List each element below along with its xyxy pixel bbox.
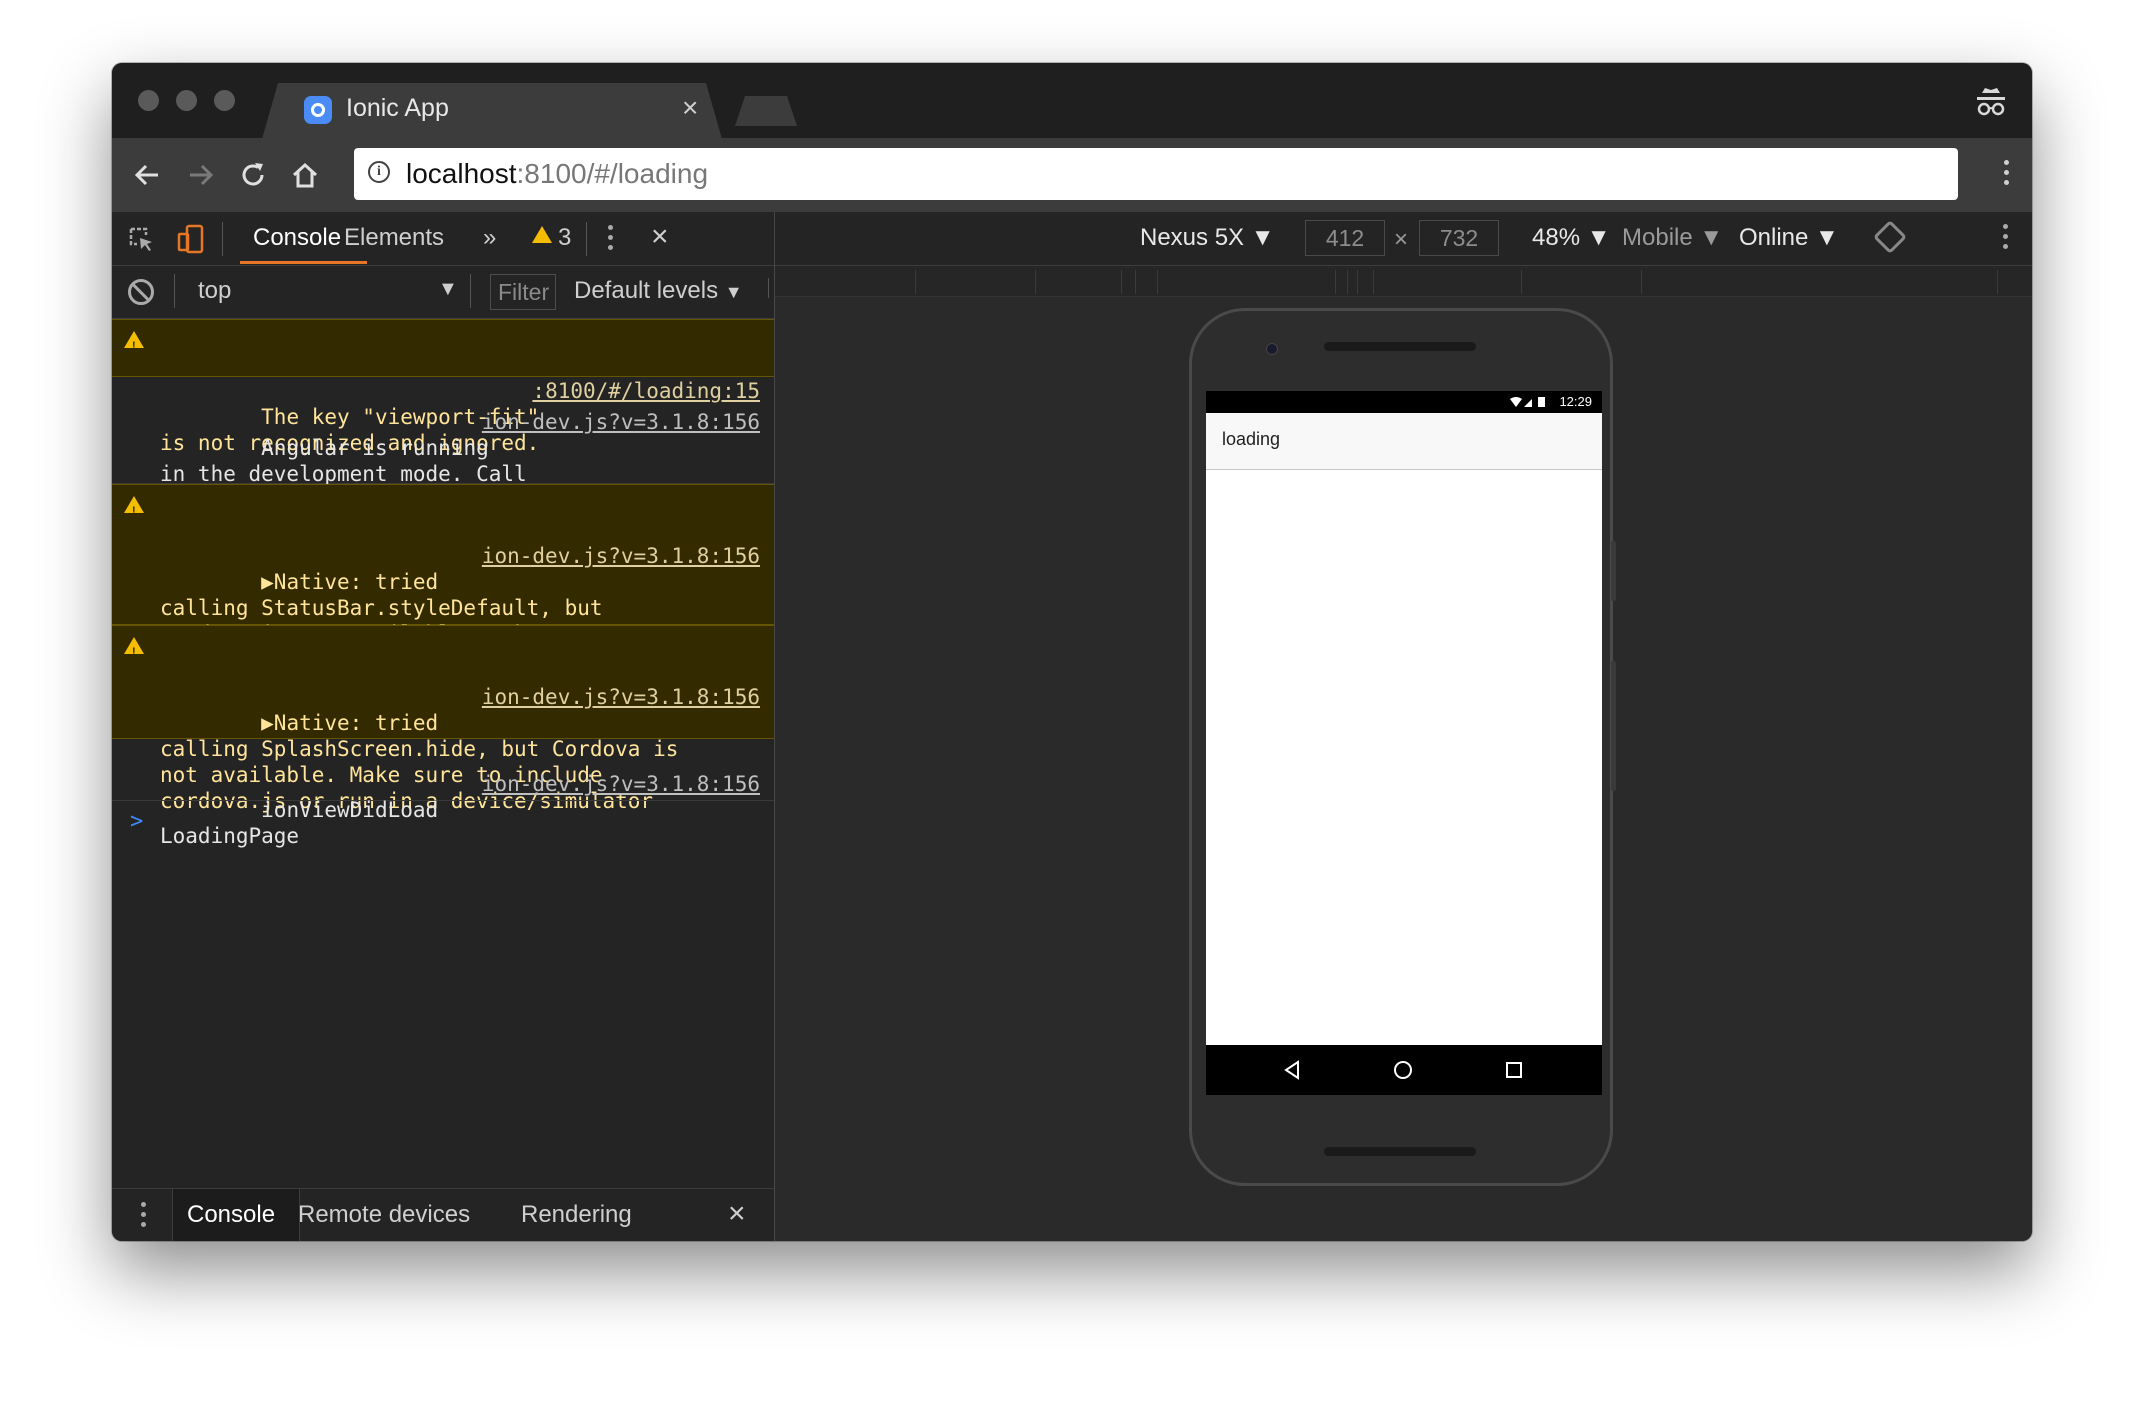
active-tab-indicator [240, 261, 367, 264]
browser-tab-active[interactable]: Ionic App × [262, 83, 722, 139]
console-prompt-icon: > [130, 809, 144, 834]
android-nav-bar [1206, 1045, 1602, 1095]
network-throttle-select[interactable]: Online ▼ [1739, 224, 1839, 252]
devtools-drawer: Console Remote devices Rendering × [112, 1188, 774, 1241]
console-messages: :8100/#/loading:15 The key "viewport-fit… [112, 319, 774, 848]
home-button[interactable] [288, 158, 322, 192]
dimension-separator: × [1394, 226, 1409, 253]
phone-speaker-top [1324, 342, 1476, 351]
height-input[interactable]: 732 [1419, 220, 1499, 256]
context-select-arrow-icon[interactable]: ▼ [438, 278, 458, 301]
nav-recents-icon[interactable] [1504, 1060, 1524, 1080]
warning-icon [124, 637, 144, 665]
new-tab-button[interactable] [735, 96, 797, 126]
device-select[interactable]: Nexus 5X ▼ [1140, 224, 1274, 252]
browser-window: Ionic App × i localhost:8100/#/loading C… [112, 63, 2032, 1241]
page-title: loading [1222, 429, 1281, 449]
android-status-bar: 12:29 [1206, 391, 1602, 413]
tab-console[interactable]: Console [253, 224, 341, 252]
status-time: 12:29 [1559, 394, 1592, 409]
phone-camera [1266, 343, 1278, 355]
console-message-info: ion-dev.js?v=3.1.8:156 ionViewDidLoad Lo… [112, 739, 774, 848]
console-message-warning: :8100/#/loading:15 The key "viewport-fit… [112, 319, 774, 455]
warning-count-icon[interactable] [532, 226, 552, 243]
minimize-window-button[interactable] [176, 90, 197, 111]
more-tabs-button[interactable]: » [483, 224, 496, 252]
width-input[interactable]: 412 [1305, 220, 1385, 256]
phone-power-button [1611, 541, 1616, 601]
warning-count[interactable]: 3 [558, 224, 571, 252]
devtools-menu-icon[interactable] [608, 225, 614, 255]
site-info-icon[interactable]: i [368, 161, 390, 183]
drawer-menu-icon[interactable] [141, 1202, 147, 1232]
toolbar-divider [174, 274, 175, 308]
drawer-tab-remote-devices[interactable]: Remote devices [298, 1201, 470, 1229]
back-button[interactable] [130, 158, 164, 192]
forward-arrow-icon [190, 164, 214, 186]
console-message-info: ion-dev.js?v=3.1.8:156 Angular is runnin… [112, 377, 774, 538]
zoom-select[interactable]: 48% ▼ [1532, 224, 1610, 252]
tab-title: Ionic App [346, 94, 449, 122]
toolbar-divider [222, 222, 223, 256]
inspect-element-icon[interactable] [128, 226, 156, 254]
console-message-warning: ion-dev.js?v=3.1.8:156 ▶Native: tried ca… [112, 484, 774, 698]
toolbar-divider [586, 222, 587, 256]
warning-icon [124, 496, 144, 524]
home-icon [292, 162, 318, 188]
phone-volume-button [1611, 661, 1616, 791]
devtools-close-button[interactable]: × [651, 220, 669, 254]
incognito-icon [1977, 88, 2005, 116]
status-icons [1510, 397, 1545, 407]
device-toolbar: Nexus 5X ▼ 412 × 732 48% ▼ Mobile ▼ Onli… [775, 212, 2032, 266]
drawer-close-button[interactable]: × [728, 1197, 746, 1231]
drawer-tab-console[interactable]: Console [187, 1201, 275, 1229]
close-window-button[interactable] [138, 90, 159, 111]
maximize-window-button[interactable] [214, 90, 235, 111]
media-query-ruler[interactable] [775, 266, 2032, 297]
toolbar-divider [470, 274, 471, 308]
warning-icon [124, 331, 144, 359]
back-arrow-icon [134, 164, 158, 186]
device-toolbar-menu-icon[interactable] [2003, 224, 2009, 254]
console-prompt-row[interactable]: > [112, 801, 774, 845]
tab-elements[interactable]: Elements [344, 224, 444, 252]
browser-menu-icon[interactable] [2004, 160, 2010, 190]
levels-arrow-icon: ▼ [724, 282, 743, 302]
clear-console-icon[interactable] [128, 279, 154, 305]
console-filter-input[interactable]: Filter [490, 274, 556, 310]
drawer-tab-rendering[interactable]: Rendering [521, 1201, 632, 1229]
ionic-favicon-icon [304, 96, 332, 124]
context-select[interactable]: top [198, 277, 231, 305]
reload-icon [242, 163, 264, 186]
phone-screen: 12:29 loading [1206, 391, 1602, 1095]
message-source-link[interactable]: ion-dev.js?v=3.1.8:156 [482, 543, 760, 569]
forward-button[interactable] [184, 158, 218, 192]
devtools-tab-bar: Console Elements » 3 × [112, 212, 774, 266]
devtools-panel: Console Elements » 3 × top ▼ Filter Defa… [112, 212, 775, 1241]
console-message-warning: ion-dev.js?v=3.1.8:156 ▶Native: tried ca… [112, 625, 774, 813]
tab-close-button[interactable]: × [682, 93, 698, 123]
device-mode-select[interactable]: Mobile ▼ [1622, 224, 1723, 252]
rotate-icon[interactable] [1873, 220, 1907, 254]
url-text: localhost:8100/#/loading [406, 158, 709, 189]
phone-frame: 12:29 loading [1189, 308, 1616, 1186]
address-bar[interactable]: i localhost:8100/#/loading [354, 148, 1958, 200]
message-source-link[interactable]: ion-dev.js?v=3.1.8:156 [482, 409, 760, 435]
log-levels-select[interactable]: Default levels ▼ [574, 277, 743, 305]
console-filter-bar: top ▼ Filter Default levels ▼ [112, 266, 774, 319]
message-source-link[interactable]: ion-dev.js?v=3.1.8:156 [482, 684, 760, 710]
app-header: loading [1206, 413, 1602, 470]
nav-back-icon[interactable] [1282, 1060, 1302, 1080]
device-toolbar-toggle-icon[interactable] [176, 224, 206, 254]
reload-button[interactable] [236, 158, 270, 192]
title-bar: Ionic App × [112, 63, 2032, 139]
phone-speaker-bottom [1324, 1147, 1476, 1156]
nav-home-icon[interactable] [1393, 1060, 1413, 1080]
message-source-link[interactable]: ion-dev.js?v=3.1.8:156 [482, 771, 760, 797]
browser-toolbar: i localhost:8100/#/loading [112, 138, 2032, 212]
toolbar-divider [768, 278, 769, 298]
